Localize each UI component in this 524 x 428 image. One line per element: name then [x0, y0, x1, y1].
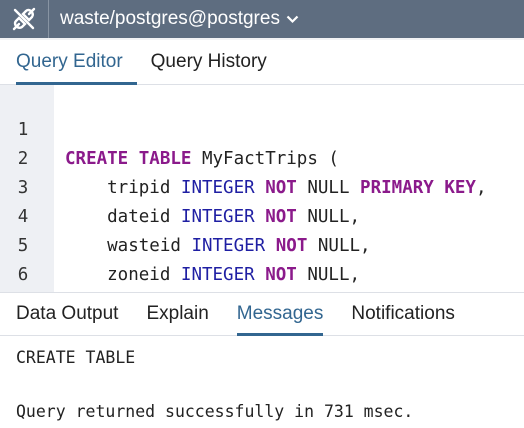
line-number: 7	[0, 290, 46, 292]
code-line: 2 tripid INTEGER NOT NULL PRIMARY KEY,	[0, 116, 524, 198]
tab-messages[interactable]: Messages	[236, 293, 323, 336]
code-line: 4 wasteid INTEGER NOT NULL,	[0, 174, 524, 256]
unplugged-connection-icon[interactable]	[0, 0, 49, 38]
message-status: Query returned successfully in 731 msec.	[16, 402, 414, 421]
tab-query-editor[interactable]: Query Editor	[16, 40, 137, 85]
editor-tab-bar: Query Editor Query History	[0, 40, 524, 85]
sql-editor[interactable]: 1 CREATE TABLE MyFactTrips ( 2 tripid IN…	[0, 85, 524, 292]
messages-panel: CREATE TABLE Query returned successfully…	[0, 348, 524, 422]
code-line: 6 wastetons DOUBLE PRECISION NOT NULL	[0, 232, 524, 285]
connection-bar: waste/postgres@postgres	[0, 0, 524, 40]
chevron-down-icon	[286, 15, 299, 24]
connection-selector[interactable]: waste/postgres@postgres	[60, 8, 299, 30]
tab-data-output[interactable]: Data Output	[16, 293, 118, 335]
code-line: 5 zoneid INTEGER NOT NULL,	[0, 203, 524, 285]
code-line: 1 CREATE TABLE MyFactTrips (	[0, 87, 524, 169]
code-line: 3 dateid INTEGER NOT NULL,	[0, 145, 524, 227]
tab-query-history[interactable]: Query History	[151, 40, 267, 84]
message-result: CREATE TABLE	[16, 348, 136, 367]
tab-explain[interactable]: Explain	[146, 293, 208, 335]
output-tab-bar: Data Output Explain Messages Notificatio…	[0, 292, 524, 336]
connection-title: waste/postgres@postgres	[60, 8, 280, 29]
tab-notifications[interactable]: Notifications	[351, 293, 455, 335]
code-line: 7 );	[0, 261, 524, 290]
